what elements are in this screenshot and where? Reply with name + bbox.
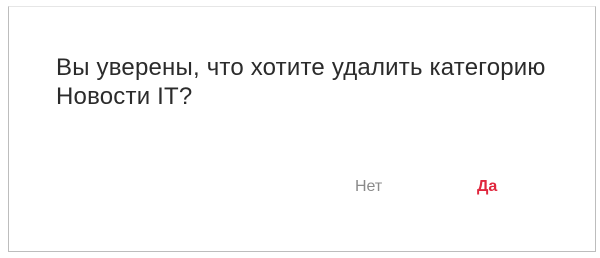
yes-button[interactable]: Да <box>467 173 507 201</box>
confirm-delete-dialog: Вы уверены, что хотите удалить категорию… <box>8 6 596 252</box>
no-button[interactable]: Нет <box>345 173 392 201</box>
dialog-message: Вы уверены, что хотите удалить категорию… <box>56 54 546 110</box>
dialog-actions: Нет Да <box>9 173 595 203</box>
